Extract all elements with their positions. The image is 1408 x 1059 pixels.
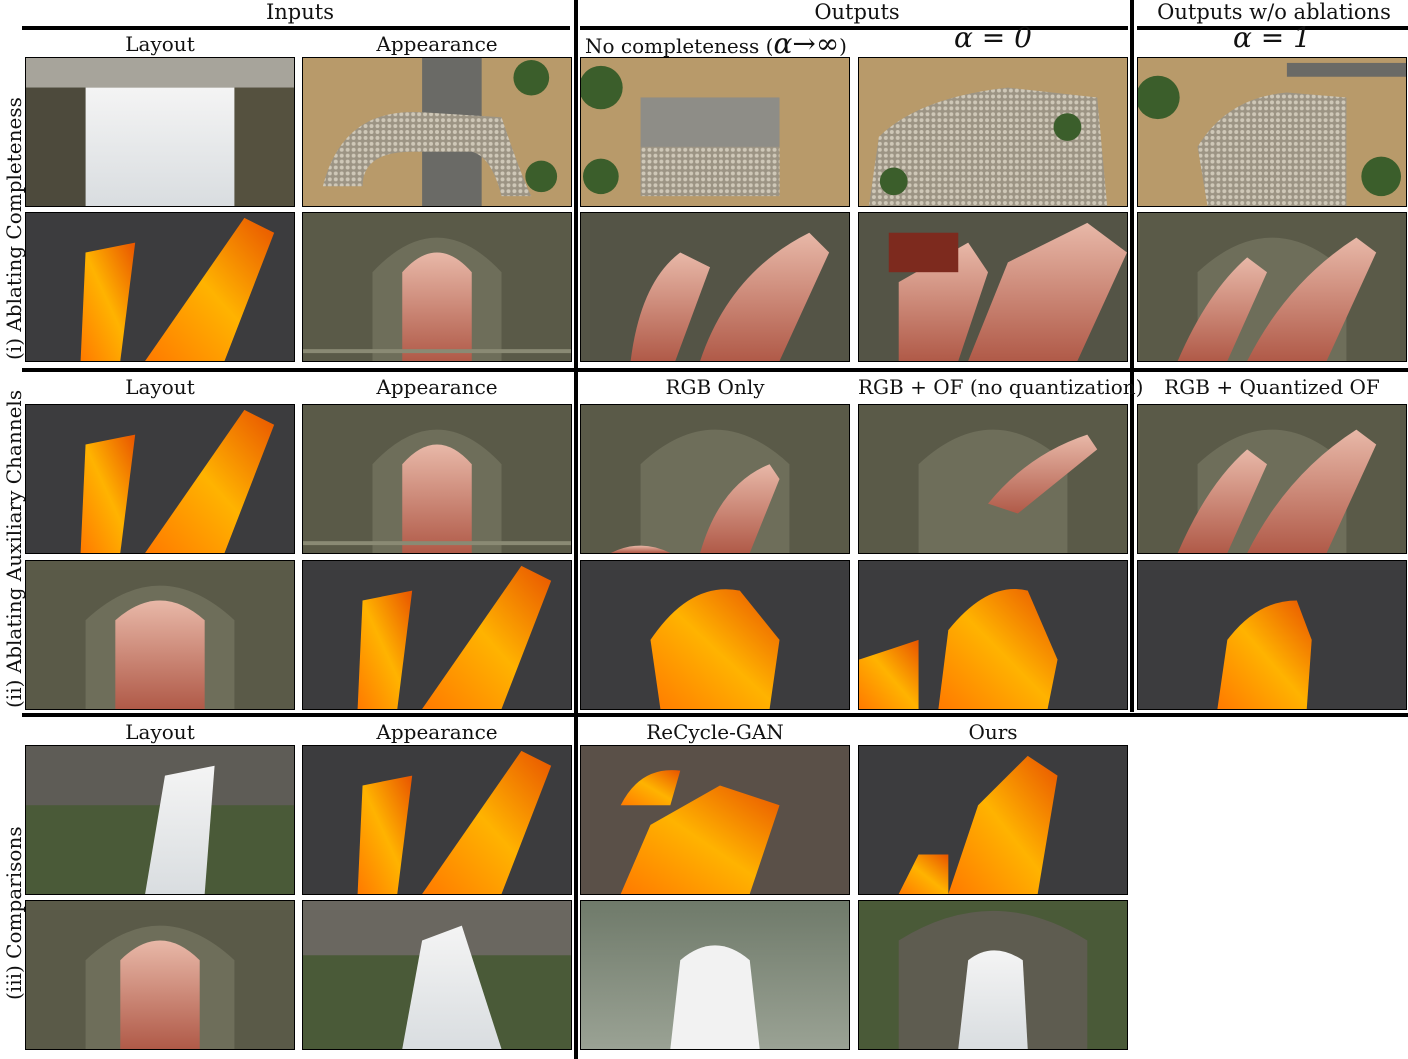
row-label-completeness: (i) Ablating Completeness (2, 97, 26, 360)
col-layout-1: Layout (125, 32, 195, 56)
image-pipe-sheep-appearance (302, 212, 572, 362)
image-output-rgb-only (580, 404, 850, 554)
image-output-lava-rgb-of (858, 560, 1128, 710)
image-output-lava-alpha-1 (1137, 212, 1407, 362)
top-rule-inputs (22, 26, 570, 30)
divider-outputs-wo (1130, 0, 1134, 712)
image-pipe-sheep-layout-3 (25, 900, 295, 1050)
image-output-recycle-gan-lava (580, 745, 850, 895)
image-output-lava-no-completeness (580, 212, 850, 362)
image-output-alpha-1 (1137, 57, 1407, 207)
col-rgb-of: RGB + OF (no quantization) (858, 375, 1144, 399)
header-outputs: Outputs (814, 0, 900, 24)
image-lava-appearance (302, 560, 572, 710)
image-output-lava-rgb-only (580, 560, 850, 710)
col-ours: Ours (968, 720, 1018, 744)
divider-inputs-outputs (574, 0, 578, 1059)
image-output-lava-alpha-0 (858, 212, 1128, 362)
image-sheep-road-appearance (302, 57, 572, 207)
col-alpha-1: α = 1 (1233, 21, 1311, 54)
image-lava-layout (25, 212, 295, 362)
header-inputs: Inputs (265, 0, 334, 24)
col-appearance-1: Appearance (376, 32, 498, 56)
col-rgb-only: RGB Only (665, 375, 765, 399)
row-label-comparisons: (iii) Comparisons (2, 826, 26, 1000)
image-waterfall-layout (25, 57, 295, 207)
image-output-recycle-gan-waterfall (580, 900, 850, 1050)
image-output-ours-lava (858, 745, 1128, 895)
col-appearance-2: Appearance (376, 375, 498, 399)
image-pipe-sheep-appearance-2 (302, 404, 572, 554)
image-output-rgb-quantized-of (1137, 404, 1407, 554)
col-appearance-3: Appearance (376, 720, 498, 744)
image-waterfall-appearance-3 (302, 900, 572, 1050)
image-waterfall-layout-3 (25, 745, 295, 895)
col-rgb-quantized-of: RGB + Quantized OF (1164, 375, 1380, 399)
image-output-ours-waterfall (858, 900, 1128, 1050)
image-output-rgb-of (858, 404, 1128, 554)
section-divider-1 (22, 368, 1408, 372)
col-layout-2: Layout (125, 375, 195, 399)
section-divider-2 (22, 713, 1408, 717)
row-label-auxiliary: (ii) Ablating Auxiliary Channels (2, 389, 26, 708)
image-lava-appearance-3 (302, 745, 572, 895)
image-output-no-completeness (580, 57, 850, 207)
col-layout-3: Layout (125, 720, 195, 744)
col-alpha-0: α = 0 (954, 21, 1032, 54)
image-output-alpha-0 (858, 57, 1128, 207)
image-lava-layout-2 (25, 404, 295, 554)
col-recycle-gan: ReCycle-GAN (646, 720, 784, 744)
image-output-lava-quantized-of (1137, 560, 1407, 710)
image-pipe-sheep-layout (25, 560, 295, 710)
col-no-completeness: No completeness (α→∞) (585, 27, 847, 60)
